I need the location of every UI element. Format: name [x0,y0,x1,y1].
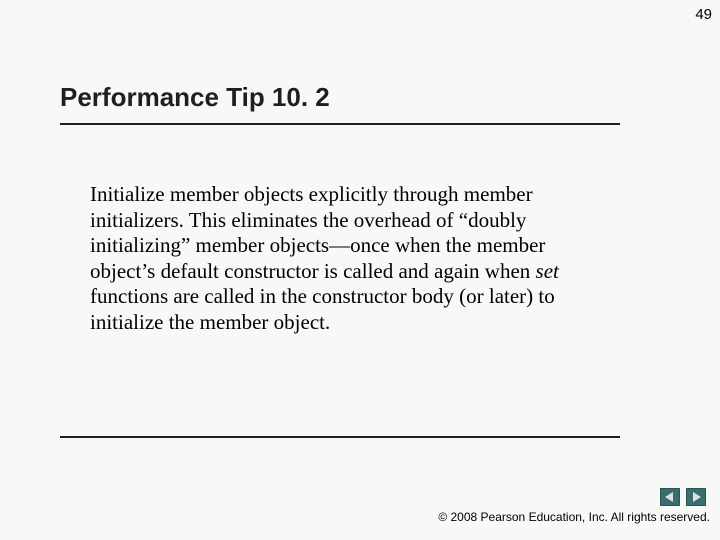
page-number: 49 [695,6,712,23]
body-italic-word: set [536,259,559,283]
body-post: functions are called in the constructor … [90,284,555,334]
triangle-left-icon [665,492,675,502]
slide-title: Performance Tip 10. 2 [60,82,620,121]
body-pre: Initialize member objects explicitly thr… [90,182,545,283]
bottom-underline [60,436,620,438]
title-underline [60,123,620,125]
next-slide-button[interactable] [686,488,706,506]
slide-nav [660,488,706,506]
prev-slide-button[interactable] [660,488,680,506]
triangle-right-icon [691,492,701,502]
copyright-text: © 2008 Pearson Education, Inc. All right… [438,510,710,524]
body-paragraph: Initialize member objects explicitly thr… [90,182,610,336]
title-block: Performance Tip 10. 2 [60,82,620,125]
